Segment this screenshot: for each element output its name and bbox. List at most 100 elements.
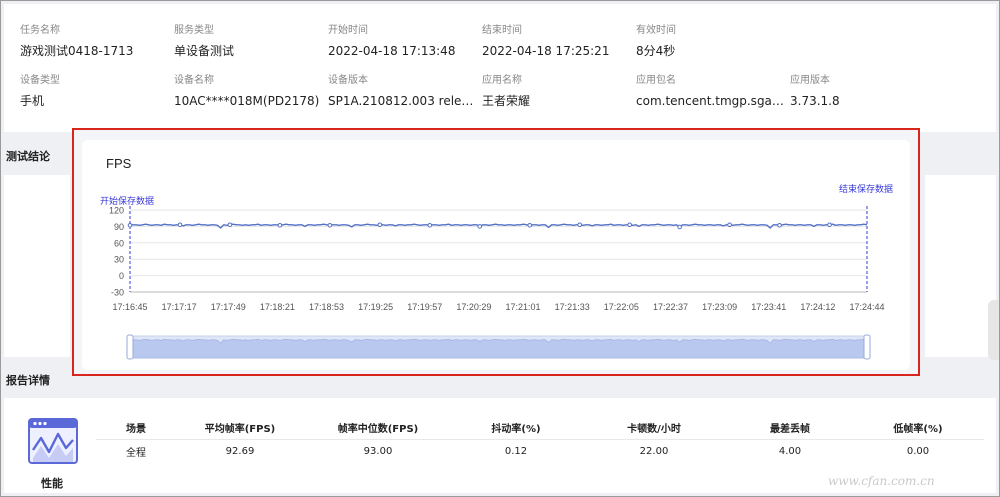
fps-point xyxy=(727,222,732,228)
info-row-2: 设备类型 手机 设备名称 10AC****018M(PD2178) 设备版本 S… xyxy=(20,74,980,124)
th-low-fps: 低帧率(%) xyxy=(893,424,943,435)
y-tick-label: 60 xyxy=(114,238,124,248)
fps-point xyxy=(627,222,632,228)
table-row: 全程 92.69 93.00 0.12 22.00 4.00 0.00 xyxy=(96,440,984,462)
info-value: 8分4秒 xyxy=(636,44,676,58)
info-device-name: 设备名称 10AC****018M(PD2178) xyxy=(174,74,328,124)
x-tick-label: 17:23:41 xyxy=(751,302,786,312)
td-scene: 全程 xyxy=(126,447,146,459)
info-app-package: 应用包名 com.tencent.tmgp.sgame xyxy=(636,74,790,124)
info-value: SP1A.210812.003 release... xyxy=(328,94,476,108)
y-axis-ticks: 120 90 60 30 0 -30 xyxy=(109,206,124,298)
summary-table: 场景 平均帧率(FPS) 帧率中位数(FPS) 抖动率(%) 卡顿数/小时 最差… xyxy=(96,416,984,462)
info-label: 设备名称 xyxy=(174,75,214,86)
zoom-handle-right[interactable] xyxy=(863,334,871,360)
th-median-fps: 帧率中位数(FPS) xyxy=(337,424,419,435)
y-tick-label: 0 xyxy=(119,271,124,281)
info-valid-time: 有效时间 8分4秒 xyxy=(636,24,790,74)
info-app-name: 应用名称 王者荣耀 xyxy=(482,74,636,124)
th-scene: 场景 xyxy=(126,424,146,435)
info-end-time: 结束时间 2022-04-18 17:25:21 xyxy=(482,24,636,74)
y-tick-label: -30 xyxy=(111,288,124,298)
marker-label-end: 结束保存数据 xyxy=(839,183,893,195)
chart-grid xyxy=(130,209,867,293)
section-title-report: 报告详情 xyxy=(6,374,50,387)
fps-point xyxy=(277,223,283,228)
info-label: 应用名称 xyxy=(482,75,522,86)
info-value: 3.73.1.8 xyxy=(790,94,840,108)
fps-point xyxy=(577,222,582,228)
zoom-handle-left[interactable] xyxy=(126,334,134,360)
fps-chart-card: FPS 120 90 60 30 0 -30 17:16:45 17:17:17 17:17:… xyxy=(82,140,910,370)
performance-label: 性能 xyxy=(41,477,63,490)
x-tick-label: 17:19:57 xyxy=(407,302,442,312)
fps-point xyxy=(127,223,133,228)
fps-point xyxy=(227,222,233,228)
marker-label-start: 开始保存数据 xyxy=(100,195,154,207)
x-tick-label: 17:24:44 xyxy=(849,302,884,312)
info-label: 有效时间 xyxy=(636,25,676,36)
info-service-type: 服务类型 单设备测试 xyxy=(174,24,328,74)
info-label: 开始时间 xyxy=(328,25,368,36)
info-value: 2022-04-18 17:25:21 xyxy=(482,44,610,58)
info-label: 设备版本 xyxy=(328,75,368,86)
x-tick-label: 17:19:25 xyxy=(358,302,393,312)
x-tick-label: 17:24:12 xyxy=(800,302,835,312)
info-value: 2022-04-18 17:13:48 xyxy=(328,44,456,58)
info-value: 10AC****018M(PD2178) xyxy=(174,94,320,108)
info-label: 设备类型 xyxy=(20,75,60,86)
td-stutter: 22.00 xyxy=(639,445,669,457)
x-tick-label: 17:16:45 xyxy=(112,302,147,312)
info-value: 单设备测试 xyxy=(174,44,235,58)
info-label: 应用包名 xyxy=(636,75,676,86)
th-jitter: 抖动率(%) xyxy=(491,424,541,435)
info-device-version: 设备版本 SP1A.210812.003 release... xyxy=(328,74,482,124)
info-label: 结束时间 xyxy=(482,25,522,36)
fps-series xyxy=(127,222,868,230)
x-tick-label: 17:22:37 xyxy=(653,302,688,312)
fps-point xyxy=(377,222,383,228)
x-tick-label: 17:22:05 xyxy=(604,302,639,312)
td-median-fps: 93.00 xyxy=(363,445,393,457)
y-tick-label: 120 xyxy=(109,206,124,216)
y-tick-label: 30 xyxy=(114,255,124,265)
fps-point xyxy=(427,223,433,228)
conclusion-panel-right xyxy=(925,175,996,357)
section-title-conclusion: 测试结论 xyxy=(6,150,50,163)
fps-point xyxy=(677,224,682,230)
th-avg-fps: 平均帧率(FPS) xyxy=(204,424,276,435)
fps-point xyxy=(827,222,832,228)
td-avg-fps: 92.69 xyxy=(225,445,255,457)
x-tick-label: 17:18:53 xyxy=(309,302,344,312)
info-label: 服务类型 xyxy=(174,25,214,36)
x-tick-label: 17:20:29 xyxy=(456,302,491,312)
side-scroll-handle[interactable] xyxy=(988,300,1000,360)
td-low-fps: 0.00 xyxy=(906,445,930,457)
x-tick-label: 17:17:17 xyxy=(162,302,197,312)
fps-point xyxy=(527,223,533,228)
x-tick-label: 17:21:01 xyxy=(506,302,541,312)
info-label: 应用版本 xyxy=(790,75,830,86)
chart-title: FPS xyxy=(106,156,132,171)
info-start-time: 开始时间 2022-04-18 17:13:48 xyxy=(328,24,482,74)
conclusion-panel-left xyxy=(4,175,70,357)
task-info-card: 任务名称 游戏测试0418-1713 服务类型 单设备测试 开始时间 2022-… xyxy=(4,4,996,132)
info-label: 任务名称 xyxy=(20,25,60,36)
y-tick-label: 90 xyxy=(114,222,124,232)
info-app-version: 应用版本 3.73.1.8 xyxy=(790,74,944,124)
task-info-grid: 任务名称 游戏测试0418-1713 服务类型 单设备测试 开始时间 2022-… xyxy=(20,24,980,124)
th-worst-drop: 最差丢帧 xyxy=(770,424,810,435)
info-value: 手机 xyxy=(20,94,45,108)
td-jitter: 0.12 xyxy=(504,445,528,457)
info-value: 游戏测试0418-1713 xyxy=(20,44,134,58)
fps-point xyxy=(327,223,333,228)
fps-chart: FPS 120 90 60 30 0 -30 17:16:45 17:17:17 17:17:… xyxy=(100,156,893,360)
x-tick-label: 17:23:09 xyxy=(702,302,737,312)
td-worst-drop: 4.00 xyxy=(778,445,802,457)
data-zoom-slider[interactable] xyxy=(126,334,871,360)
info-value: com.tencent.tmgp.sgame xyxy=(636,94,784,108)
fps-chart-highlight: FPS 120 90 60 30 0 -30 17:16:45 17:17:17 17:17:… xyxy=(72,128,920,376)
x-tick-label: 17:21:33 xyxy=(555,302,590,312)
x-axis-ticks: 17:16:45 17:17:17 17:17:49 17:18:21 17:18:53… xyxy=(112,302,884,312)
x-tick-label: 17:17:49 xyxy=(211,302,246,312)
